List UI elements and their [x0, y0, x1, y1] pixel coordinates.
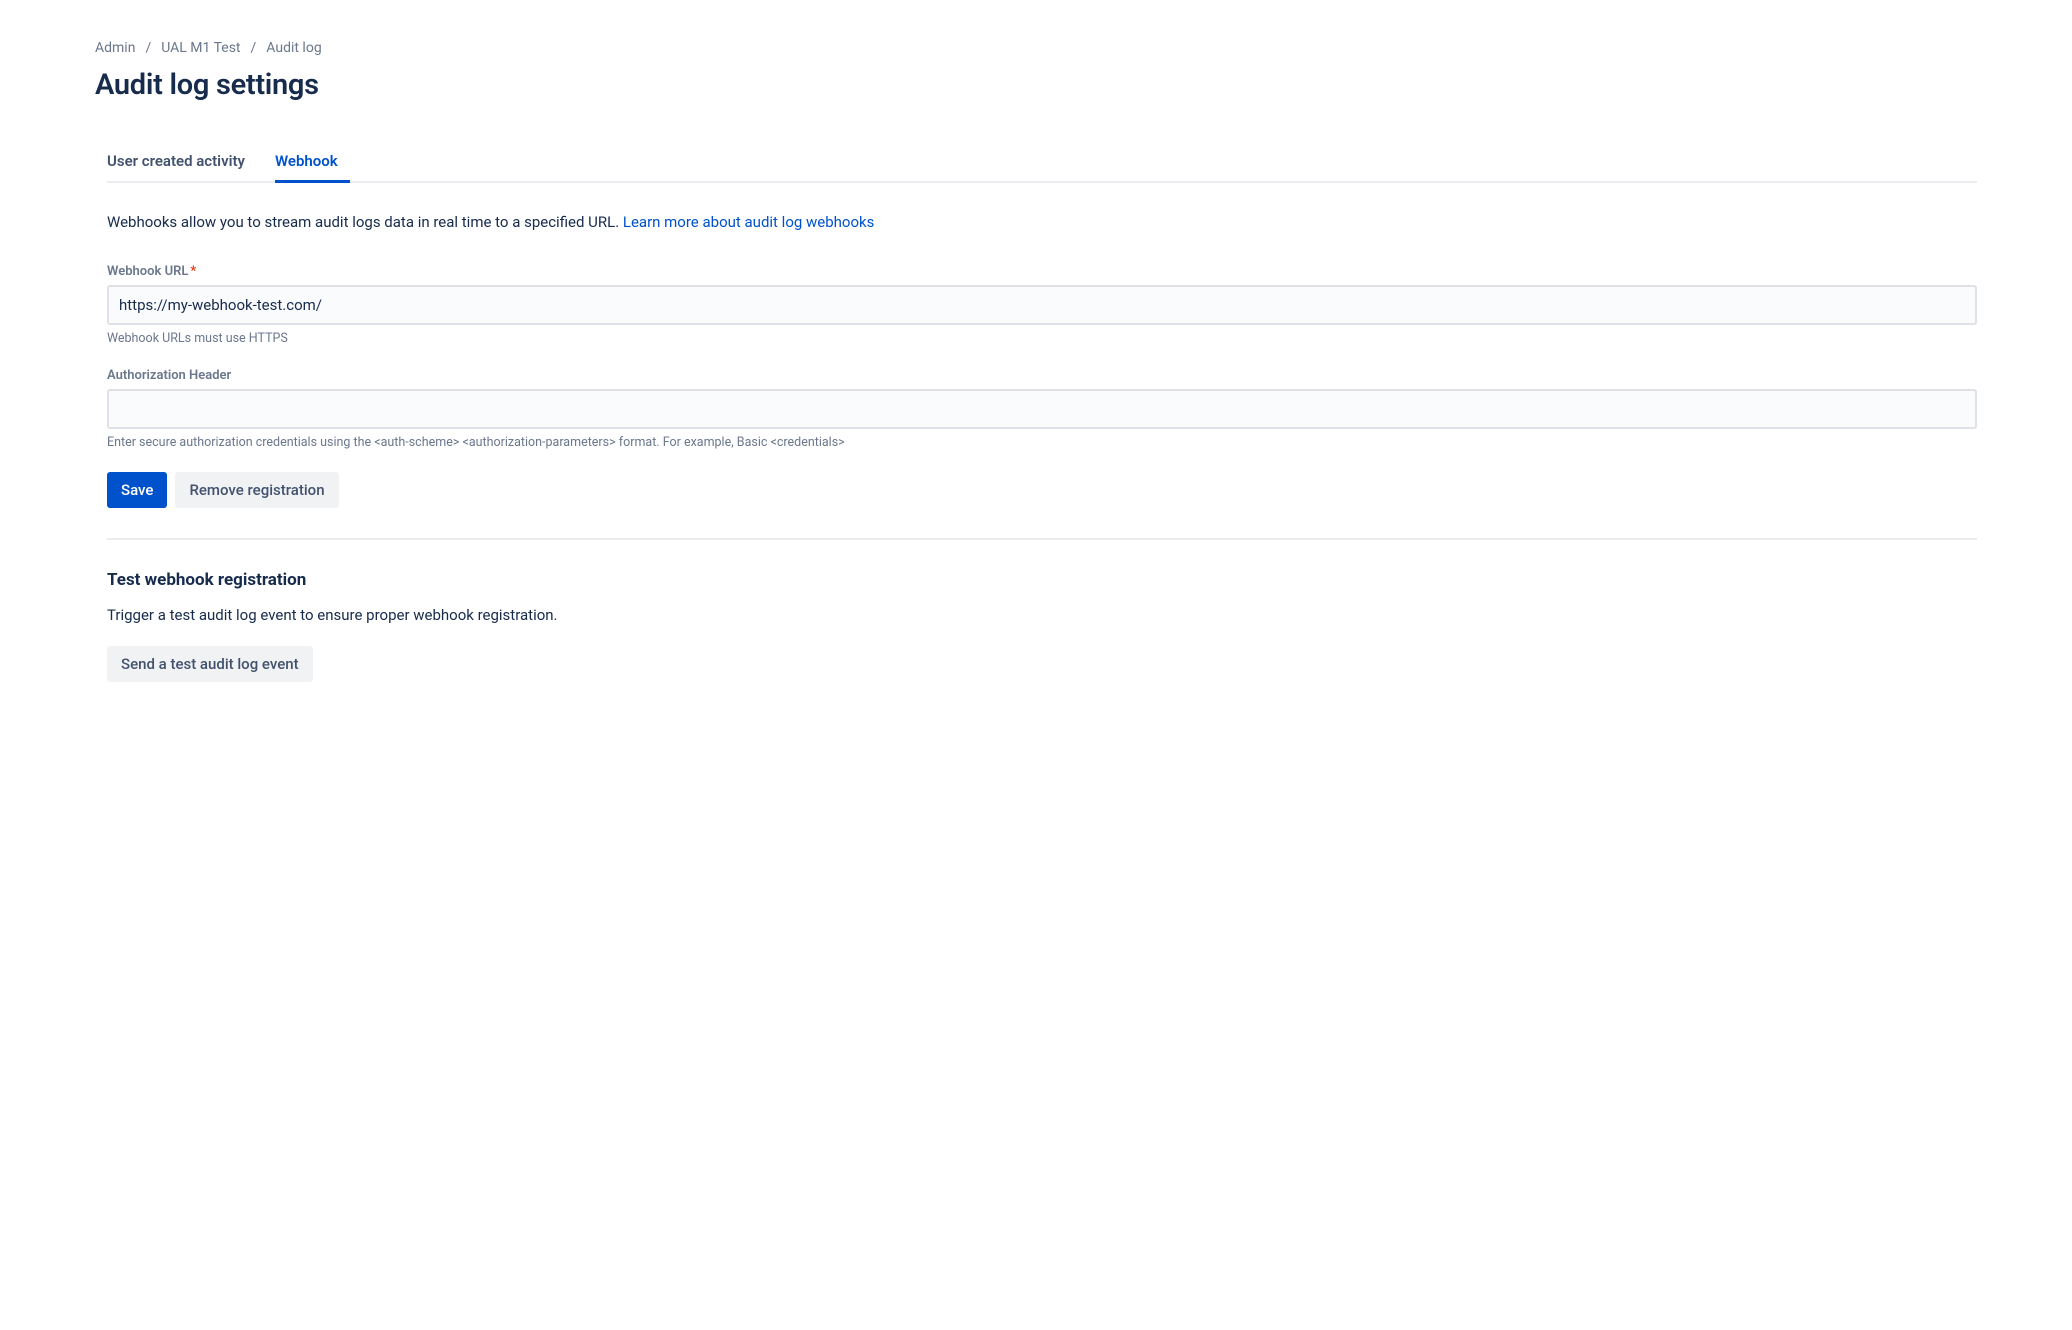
breadcrumb-admin[interactable]: Admin — [95, 40, 135, 56]
webhook-url-helper: Webhook URLs must use HTTPS — [107, 331, 1977, 346]
page-title: Audit log settings — [95, 68, 1977, 102]
auth-header-helper: Enter secure authorization credentials u… — [107, 435, 1977, 450]
tab-webhook[interactable]: Webhook — [275, 144, 350, 183]
remove-registration-button[interactable]: Remove registration — [175, 472, 338, 508]
breadcrumb-audit-log[interactable]: Audit log — [266, 40, 321, 56]
webhook-url-label: Webhook URL* — [107, 264, 1977, 279]
tab-user-created-activity[interactable]: User created activity — [107, 144, 257, 183]
intro-text: Webhooks allow you to stream audit logs … — [107, 211, 1977, 234]
required-indicator: * — [190, 264, 196, 279]
send-test-event-button[interactable]: Send a test audit log event — [107, 646, 313, 682]
tabs: User created activity Webhook — [107, 142, 1977, 183]
auth-header-input[interactable] — [107, 389, 1977, 429]
breadcrumb: Admin / UAL M1 Test / Audit log — [95, 40, 1977, 56]
test-section-title: Test webhook registration — [107, 570, 1977, 590]
auth-header-label: Authorization Header — [107, 368, 1977, 383]
webhook-url-input[interactable] — [107, 285, 1977, 325]
webhook-url-label-text: Webhook URL — [107, 264, 188, 279]
intro-text-body: Webhooks allow you to stream audit logs … — [107, 213, 623, 231]
save-button[interactable]: Save — [107, 472, 167, 508]
breadcrumb-separator: / — [251, 40, 257, 56]
section-divider — [107, 538, 1977, 540]
test-section-desc: Trigger a test audit log event to ensure… — [107, 606, 1977, 624]
breadcrumb-separator: / — [145, 40, 151, 56]
learn-more-link[interactable]: Learn more about audit log webhooks — [623, 213, 875, 231]
breadcrumb-org[interactable]: UAL M1 Test — [161, 40, 240, 56]
